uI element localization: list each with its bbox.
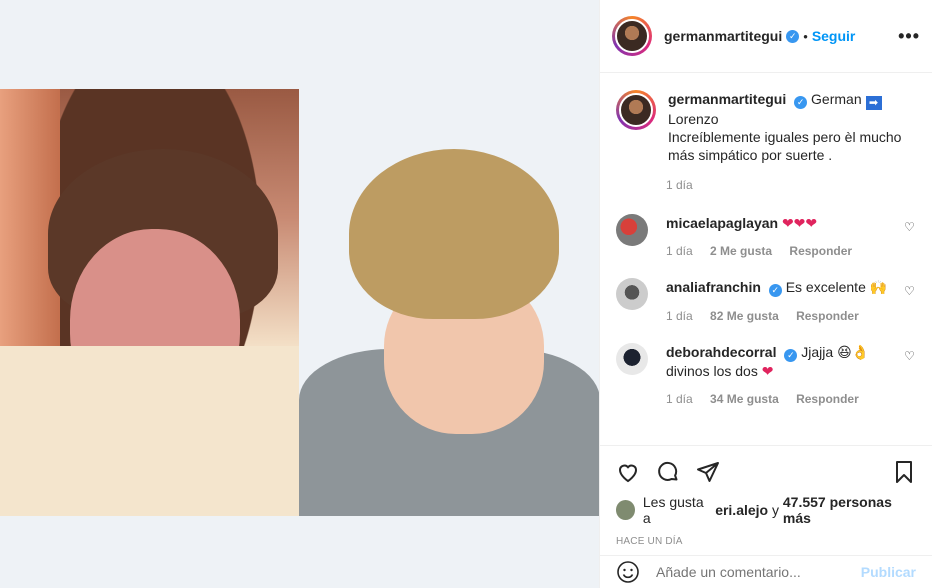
caption-username[interactable]: germanmartitegui bbox=[668, 91, 786, 107]
more-options-icon[interactable]: ••• bbox=[898, 26, 920, 47]
add-comment-bar: Publicar bbox=[600, 555, 932, 588]
comment-text-2: divinos los dos bbox=[666, 363, 758, 379]
comment-emoji: ❤❤❤ bbox=[781, 215, 818, 231]
photo-left-child bbox=[0, 89, 299, 516]
comment-item: analiafranchin ✓ Es excelente 🙌 1 día 82… bbox=[616, 278, 916, 325]
comment-time[interactable]: 1 día bbox=[666, 309, 693, 323]
reply-button[interactable]: Responder bbox=[789, 244, 852, 258]
emoji-smiley-icon[interactable] bbox=[616, 560, 640, 584]
likes-count[interactable]: 47.557 personas más bbox=[783, 494, 916, 526]
caption-word: German bbox=[811, 91, 862, 107]
photo-right-child bbox=[299, 89, 599, 516]
comments-list[interactable]: germanmartitegui ✓ German ➡ Lorenzo Incr… bbox=[600, 74, 932, 444]
author-username[interactable]: germanmartitegui bbox=[664, 28, 782, 44]
author-avatar[interactable] bbox=[612, 16, 652, 56]
comment-input[interactable] bbox=[656, 564, 856, 580]
verified-icon: ✓ bbox=[784, 349, 798, 362]
verified-icon: ✓ bbox=[768, 284, 782, 297]
caption-name: Lorenzo bbox=[668, 111, 719, 127]
likes-summary: Les gusta a eri.alejo y 47.557 personas … bbox=[616, 494, 916, 526]
comment-likes[interactable]: 82 Me gusta bbox=[710, 309, 779, 323]
post-modal: germanmartitegui ✓ • Seguir ••• germanma… bbox=[0, 0, 932, 588]
likes-and: y bbox=[772, 502, 779, 518]
post-sidebar: germanmartitegui ✓ • Seguir ••• germanma… bbox=[600, 0, 932, 588]
separator-dot: • bbox=[803, 28, 808, 44]
like-comment-heart-icon[interactable]: ♡ bbox=[904, 220, 916, 234]
reply-button[interactable]: Responder bbox=[796, 392, 859, 406]
post-actions: Les gusta a eri.alejo y 47.557 personas … bbox=[600, 445, 932, 547]
photo-pane bbox=[0, 0, 600, 588]
like-heart-icon[interactable] bbox=[616, 460, 640, 484]
comment-meta: 1 día 34 Me gusta Responder bbox=[666, 390, 888, 408]
comment-time[interactable]: 1 día bbox=[666, 392, 693, 406]
liker-avatar[interactable] bbox=[616, 500, 635, 520]
comment-meta: 1 día 2 Me gusta Responder bbox=[666, 242, 888, 260]
publish-button[interactable]: Publicar bbox=[861, 564, 916, 580]
comment-meta: 1 día 82 Me gusta Responder bbox=[666, 307, 888, 325]
likes-user[interactable]: eri.alejo bbox=[715, 502, 768, 518]
comment-bubble-icon[interactable] bbox=[656, 460, 680, 484]
commenter-avatar[interactable] bbox=[616, 214, 648, 246]
comment-likes[interactable]: 34 Me gusta bbox=[710, 392, 779, 406]
comment-item: deborahdecorral ✓ Jjajja 😆👌 divinos los … bbox=[616, 343, 916, 408]
commenter-avatar[interactable] bbox=[616, 343, 648, 375]
comment-likes[interactable]: 2 Me gusta bbox=[710, 244, 772, 258]
post-header: germanmartitegui ✓ • Seguir ••• bbox=[600, 0, 932, 73]
comment-text: Es excelente bbox=[785, 279, 866, 295]
reply-button[interactable]: Responder bbox=[796, 309, 859, 323]
comment-text: Jjajja bbox=[801, 344, 834, 360]
post-timestamp[interactable]: HACE UN DÍA bbox=[616, 536, 916, 547]
comment-username[interactable]: analiafranchin bbox=[666, 279, 761, 295]
comment-emoji: 😆👌 bbox=[837, 344, 870, 360]
caption-time[interactable]: 1 día bbox=[666, 178, 916, 192]
share-paper-plane-icon[interactable] bbox=[696, 460, 720, 484]
comment-username[interactable]: deborahdecorral bbox=[666, 344, 776, 360]
verified-icon: ✓ bbox=[794, 96, 808, 109]
comment-emoji: 🙌 bbox=[869, 279, 888, 295]
comment-username[interactable]: micaelapaglayan bbox=[666, 215, 778, 231]
arrow-emoji: ➡ bbox=[865, 96, 882, 110]
post-image[interactable] bbox=[0, 89, 599, 516]
like-comment-heart-icon[interactable]: ♡ bbox=[904, 284, 916, 298]
save-bookmark-icon[interactable] bbox=[892, 460, 916, 484]
comment-time[interactable]: 1 día bbox=[666, 244, 693, 258]
caption-text: Increíblemente iguales pero èl mucho más… bbox=[668, 129, 902, 163]
verified-icon: ✓ bbox=[786, 29, 800, 43]
like-comment-heart-icon[interactable]: ♡ bbox=[904, 349, 916, 363]
likes-prefix: Les gusta a bbox=[642, 494, 704, 526]
caption-avatar[interactable] bbox=[616, 90, 656, 130]
follow-button[interactable]: Seguir bbox=[812, 28, 856, 44]
comment-emoji-2: ❤ bbox=[761, 363, 774, 379]
caption: germanmartitegui ✓ German ➡ Lorenzo Incr… bbox=[616, 90, 916, 164]
comment-item: micaelapaglayan ❤❤❤ 1 día 2 Me gusta Res… bbox=[616, 214, 916, 260]
commenter-avatar[interactable] bbox=[616, 278, 648, 310]
